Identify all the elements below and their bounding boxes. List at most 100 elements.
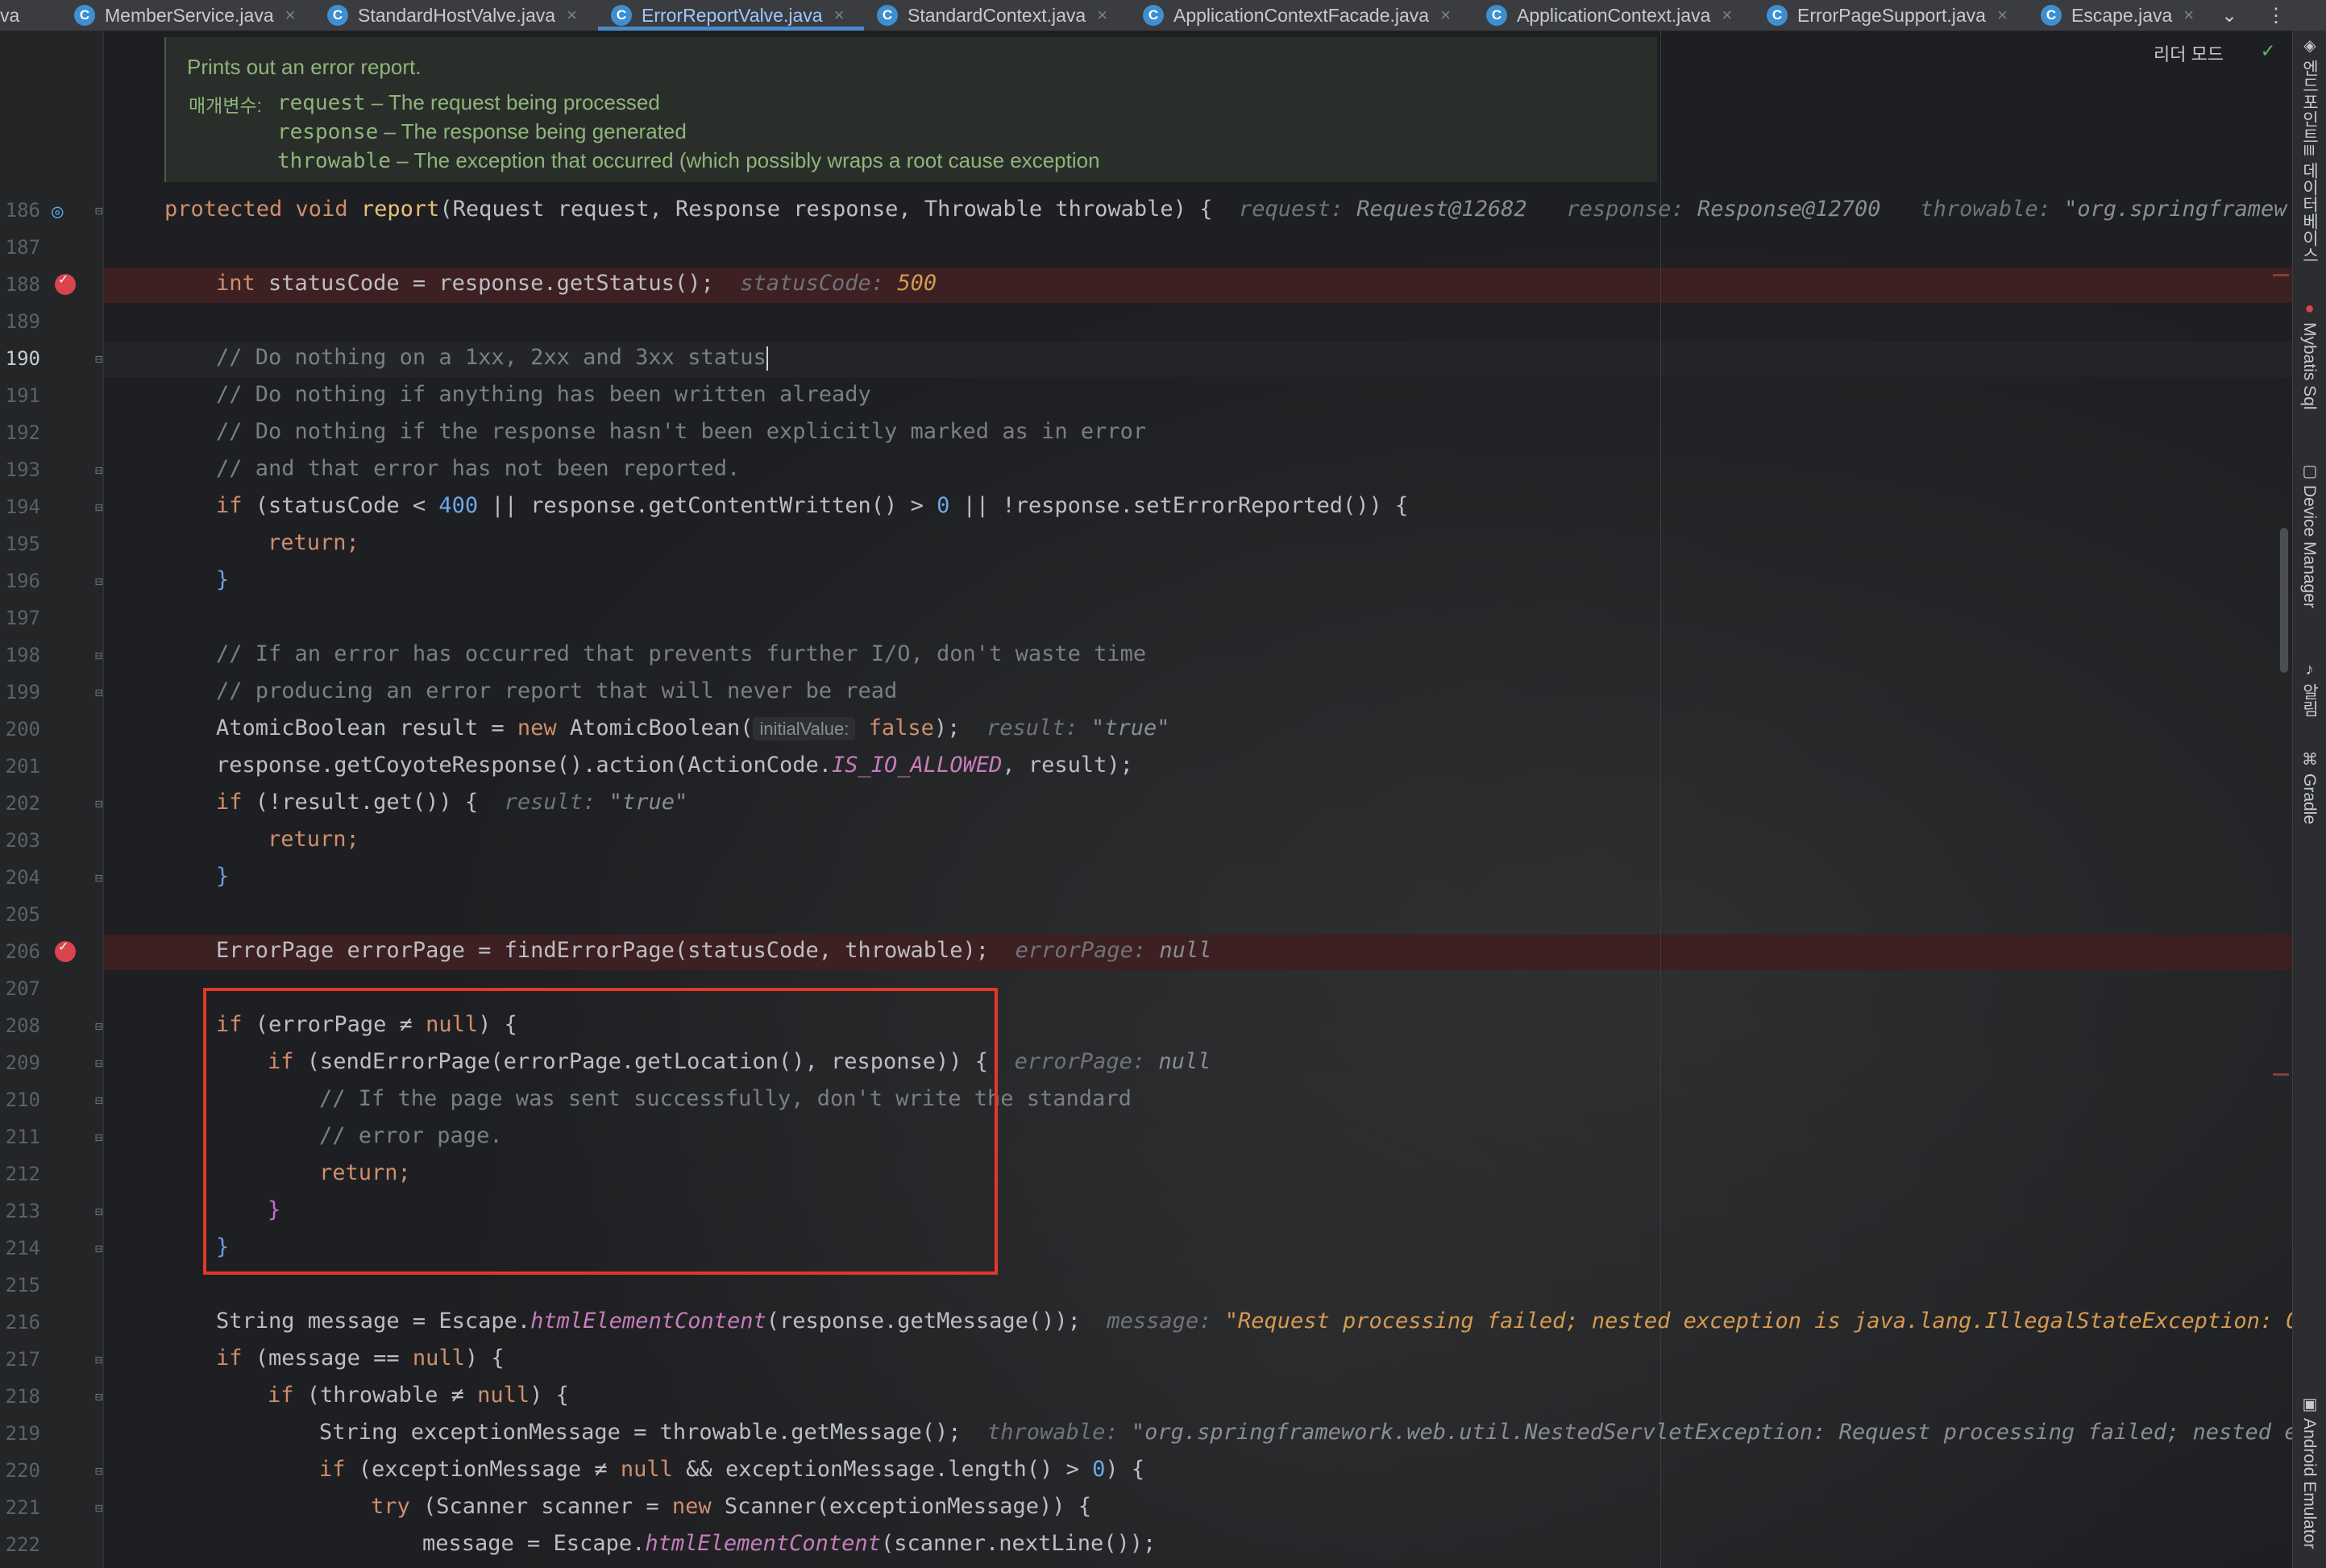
line-number[interactable]: 222 <box>0 1533 40 1556</box>
fold-icon[interactable]: ⊟ <box>95 351 110 367</box>
line-number[interactable]: 195 <box>0 533 40 555</box>
code-line-202[interactable]: if (!result.get()) { result: "true" <box>216 790 687 815</box>
fold-icon[interactable]: ⊟ <box>95 1056 110 1071</box>
error-stripe-marker[interactable] <box>2273 1073 2289 1076</box>
code-line-204[interactable]: } <box>216 864 229 889</box>
fold-icon[interactable]: ⊟ <box>95 796 110 811</box>
line-number[interactable]: 221 <box>0 1496 40 1519</box>
line-number-current[interactable]: 190 <box>0 347 40 370</box>
code-line-218[interactable]: if (throwable ≠ null) { <box>268 1383 569 1408</box>
code-line-222[interactable]: message = Escape.htmlElementContent(scan… <box>422 1531 1156 1556</box>
close-icon[interactable]: × <box>1440 5 1451 26</box>
fold-icon[interactable]: ⊟ <box>95 463 110 478</box>
code-line-194[interactable]: if (statusCode < 400 || response.getCont… <box>216 493 1408 518</box>
code-line-186[interactable]: protected void report(Request request, R… <box>164 197 2287 222</box>
close-icon[interactable]: × <box>2183 5 2194 26</box>
tab-application-context-facade[interactable]: C ApplicationContextFacade.java × <box>1143 0 1451 31</box>
tab-member-service[interactable]: C MemberService.java × <box>74 0 296 31</box>
chevron-down-icon[interactable]: ⌄ <box>2221 0 2237 31</box>
fold-icon[interactable]: ⊟ <box>95 1130 110 1145</box>
line-number[interactable]: 199 <box>0 681 40 703</box>
tab-standard-context[interactable]: C StandardContext.java × <box>877 0 1107 31</box>
fold-icon[interactable]: ⊟ <box>95 870 110 886</box>
line-number[interactable]: 220 <box>0 1459 40 1482</box>
fold-icon[interactable]: ⊟ <box>95 648 110 663</box>
code-line-200[interactable]: AtomicBoolean result = new AtomicBoolean… <box>216 716 1170 740</box>
code-line-219[interactable]: String exceptionMessage = throwable.getM… <box>319 1420 2311 1445</box>
code-line-203[interactable]: return; <box>268 827 359 852</box>
line-number[interactable]: 217 <box>0 1348 40 1371</box>
line-number[interactable]: 207 <box>0 977 40 1000</box>
fold-icon[interactable]: ⊟ <box>95 685 110 700</box>
line-number[interactable]: 218 <box>0 1385 40 1408</box>
line-number[interactable]: 192 <box>0 421 40 444</box>
code-line-192[interactable]: // Do nothing if the response hasn't bee… <box>216 419 1146 444</box>
tool-endpoints[interactable]: ◈ 엔드포인트 <box>2295 35 2323 144</box>
fold-icon[interactable]: ⊟ <box>95 1093 110 1108</box>
line-number[interactable]: 215 <box>0 1274 40 1296</box>
line-number[interactable]: 202 <box>0 792 40 815</box>
line-number[interactable]: 204 <box>0 866 40 889</box>
tab-standard-host-valve[interactable]: C StandardHostValve.java × <box>327 0 577 31</box>
code-line-193[interactable]: // and that error has not been reported. <box>216 456 740 481</box>
line-number[interactable]: 194 <box>0 496 40 518</box>
fold-icon[interactable]: ⊟ <box>95 203 110 218</box>
line-number[interactable]: 214 <box>0 1237 40 1259</box>
line-number[interactable]: 211 <box>0 1126 40 1148</box>
code-line-221[interactable]: try (Scanner scanner = new Scanner(excep… <box>371 1494 1091 1519</box>
close-icon[interactable]: × <box>1997 5 2008 26</box>
line-number[interactable]: 208 <box>0 1014 40 1037</box>
fold-icon[interactable]: ⊟ <box>95 1500 110 1516</box>
code-line-190[interactable]: // Do nothing on a 1xx, 2xx and 3xx stat… <box>216 345 768 371</box>
close-icon[interactable]: × <box>1722 5 1732 26</box>
tool-gradle[interactable]: ⌘ Gradle <box>2295 749 2323 824</box>
code-line-191[interactable]: // Do nothing if anything has been writt… <box>216 382 871 407</box>
tab-application-context[interactable]: C ApplicationContext.java × <box>1486 0 1732 31</box>
fold-icon[interactable]: ⊟ <box>95 1463 110 1479</box>
close-icon[interactable]: × <box>285 5 296 26</box>
override-marker-icon[interactable]: ◎ <box>52 200 63 222</box>
code-line-201[interactable]: response.getCoyoteResponse().action(Acti… <box>216 753 1133 778</box>
code-line-188[interactable]: int statusCode = response.getStatus(); s… <box>216 271 937 296</box>
close-icon[interactable]: × <box>1097 5 1107 26</box>
line-number[interactable]: 205 <box>0 903 40 926</box>
close-icon[interactable]: × <box>567 5 577 26</box>
fold-icon[interactable]: ⊟ <box>95 1389 110 1404</box>
tab-escape[interactable]: C Escape.java × <box>2041 0 2194 31</box>
tab-error-page-support[interactable]: C ErrorPageSupport.java × <box>1767 0 2008 31</box>
code-line-220[interactable]: if (exceptionMessage ≠ null && exception… <box>319 1457 1144 1482</box>
line-number[interactable]: 206 <box>0 940 40 963</box>
tool-database[interactable]: ≣ 데이터베이스 <box>2295 143 2323 263</box>
error-stripe-marker[interactable] <box>2273 274 2289 276</box>
fold-icon[interactable]: ⊟ <box>95 1018 110 1034</box>
line-number[interactable]: 186 <box>0 199 40 222</box>
line-number[interactable]: 201 <box>0 755 40 778</box>
line-number[interactable]: 200 <box>0 718 40 740</box>
tool-mybatis-sql[interactable]: ● Mybatis Sql <box>2295 300 2323 410</box>
vertical-scrollbar-thumb[interactable] <box>2280 528 2288 673</box>
fold-icon[interactable]: ⊟ <box>95 1204 110 1219</box>
inspection-ok-icon[interactable]: ✓ <box>2262 39 2274 63</box>
line-number[interactable]: 203 <box>0 829 40 852</box>
code-line-195[interactable]: return; <box>268 530 359 555</box>
line-number[interactable]: 210 <box>0 1089 40 1111</box>
code-line-196[interactable]: } <box>216 567 229 592</box>
fold-icon[interactable]: ⊟ <box>95 1352 110 1367</box>
line-number[interactable]: 193 <box>0 458 40 481</box>
line-number[interactable]: 213 <box>0 1200 40 1222</box>
code-line-198[interactable]: // If an error has occurred that prevent… <box>216 641 1146 666</box>
fold-icon[interactable]: ⊟ <box>95 500 110 515</box>
fold-icon[interactable]: ⊟ <box>95 1241 110 1256</box>
line-number[interactable]: 197 <box>0 607 40 629</box>
line-number[interactable]: 188 <box>0 273 40 296</box>
tool-device-manager[interactable]: ▢ Device Manager <box>2295 461 2323 608</box>
line-number[interactable]: 187 <box>0 236 40 259</box>
code-line-217[interactable]: if (message == null) { <box>216 1346 505 1371</box>
breakpoint-icon[interactable]: ✓ <box>55 271 76 295</box>
breakpoint-icon[interactable]: ✓ <box>55 938 76 962</box>
line-number[interactable]: 219 <box>0 1422 40 1445</box>
line-number[interactable]: 212 <box>0 1163 40 1185</box>
reader-mode-button[interactable]: 리더 모드 <box>2154 40 2224 66</box>
fold-icon[interactable]: ⊟ <box>95 574 110 589</box>
code-line-216[interactable]: String message = Escape.htmlElementConte… <box>216 1309 2325 1334</box>
